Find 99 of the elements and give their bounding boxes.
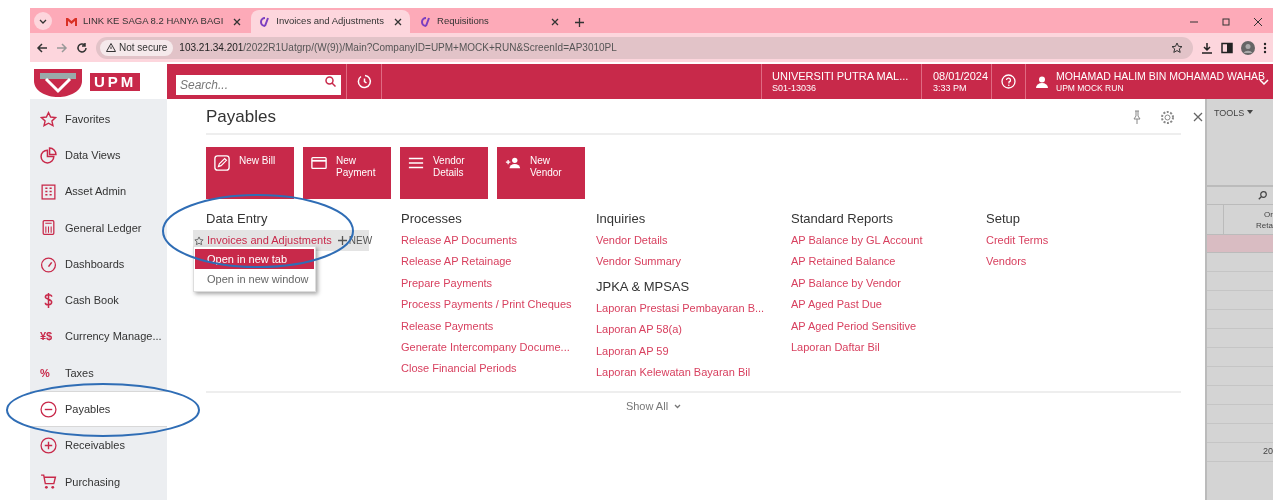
side-panel-icon[interactable] [1221, 41, 1233, 54]
more-icon[interactable] [1263, 41, 1267, 54]
help-icon[interactable] [1001, 74, 1016, 89]
show-all-button[interactable]: Show All [625, 398, 762, 415]
menu-link[interactable]: Laporan Daftar Bil [791, 336, 880, 359]
menu-link[interactable]: Release Payments [401, 315, 494, 337]
card-icon [311, 155, 327, 171]
menu-link[interactable]: Laporan AP 59 [596, 340, 669, 362]
mail-icon [66, 17, 77, 26]
caret-icon [1247, 110, 1254, 114]
action-tile[interactable]: New Payment [303, 147, 391, 199]
sidebar-item[interactable]: Receivables [30, 427, 167, 464]
glyph-icon: % [40, 364, 57, 382]
section-heading: JPKA & MPSAS [596, 277, 691, 296]
app-logo-icon [259, 16, 271, 27]
close-tab-icon[interactable] [551, 17, 559, 26]
calculator-icon [40, 219, 57, 237]
cart-icon [40, 473, 57, 491]
menu-link[interactable]: Close Financial Periods [401, 358, 517, 380]
workspace-title: Payables [206, 106, 277, 129]
menu-link[interactable]: Laporan AP 58(a) [596, 319, 683, 341]
search-field[interactable]: Search... [176, 74, 341, 95]
menu-link[interactable]: Release AP Retainage [401, 251, 512, 273]
tab-list-icon[interactable] [34, 12, 52, 30]
reload-icon[interactable] [76, 41, 88, 54]
plus-circle-icon [40, 437, 57, 454]
menu-link[interactable]: AP Balance by GL Account [791, 230, 923, 252]
add-user-icon [505, 155, 521, 171]
star-icon [40, 110, 57, 128]
chevron-down-icon [1259, 78, 1269, 85]
menu-link[interactable]: Process Payments / Print Cheques [401, 294, 572, 316]
history-icon[interactable] [356, 74, 372, 89]
sidebar-item[interactable]: Payables [30, 391, 167, 428]
menu-link[interactable]: AP Aged Past Due [791, 294, 882, 316]
profile-avatar-icon[interactable] [1241, 40, 1255, 55]
sidebar-item[interactable]: Cash Book [30, 282, 167, 319]
bookmark-star-icon[interactable] [1171, 41, 1183, 54]
chevron-down-icon [674, 403, 682, 409]
building-icon [40, 183, 57, 201]
column-header: Or Reta [1255, 209, 1273, 232]
menu-link[interactable]: Invoices and Adjustments [207, 232, 332, 249]
section-heading: Standard Reports [791, 210, 894, 228]
sidebar-item[interactable]: % Taxes [30, 354, 167, 392]
menu-link[interactable]: Laporan Kelewatan Bayaran Bil [596, 361, 751, 384]
close-icon[interactable] [1193, 112, 1203, 122]
section-heading: Processes [401, 210, 463, 228]
menu-link[interactable]: Vendors [986, 251, 1027, 273]
plus-icon [337, 236, 347, 245]
search-icon[interactable] [325, 75, 336, 87]
sidebar-item[interactable]: General Ledger [30, 209, 167, 247]
menu-link[interactable]: Prepare Payments [401, 272, 493, 295]
search-icon[interactable] [1258, 191, 1267, 200]
app-logo-icon [420, 16, 431, 27]
context-menu-item[interactable]: Open in new window [195, 269, 314, 289]
action-tile[interactable]: Vendor Details [400, 147, 488, 199]
glyph-icon: ¥$ [40, 328, 57, 345]
pin-icon[interactable] [1132, 110, 1142, 124]
menu-link[interactable]: Release AP Documents [401, 230, 517, 252]
menu-link[interactable]: Laporan Prestasi Pembayaran B... [596, 297, 765, 320]
action-tile[interactable]: New Bill [206, 147, 294, 199]
menu-link[interactable]: AP Retained Balance [791, 251, 896, 273]
browser-tab[interactable]: Requisitions [412, 10, 567, 33]
gauge-icon [40, 255, 57, 273]
star-icon[interactable] [194, 235, 204, 246]
browser-tab[interactable]: LINK KE SAGA 8.2 HANYA BAGI [58, 10, 250, 33]
menu-link[interactable]: Vendor Details [596, 230, 668, 252]
user-icon [1036, 75, 1048, 88]
menu-link[interactable]: AP Balance by Vendor [791, 272, 901, 295]
sidebar-item[interactable]: ¥$ Currency Manage... [30, 318, 167, 355]
sidebar-item[interactable]: Data Views [30, 137, 167, 174]
upm-logo[interactable]: UPM [30, 64, 167, 99]
edit-icon [214, 155, 230, 171]
download-icon[interactable] [1201, 41, 1213, 54]
minus-circle-icon [40, 400, 57, 418]
section-heading: Inquiries [596, 210, 647, 228]
menu-link[interactable]: Vendor Summary [596, 251, 681, 273]
sidebar-item[interactable]: Asset Admin [30, 173, 167, 210]
list-icon [408, 155, 424, 171]
menu-link[interactable]: AP Aged Period Sensitive [791, 315, 917, 337]
pie-chart-icon [40, 146, 57, 164]
sidebar-item[interactable]: Dashboards [30, 246, 167, 283]
table-cell: 20 [1263, 445, 1273, 459]
section-heading: Data Entry [206, 210, 269, 228]
tools-menu[interactable]: TOOLS [1214, 107, 1245, 121]
settings-icon[interactable] [1160, 109, 1175, 125]
sidebar-item[interactable]: Purchasing [30, 463, 167, 500]
security-badge[interactable]: Not secure [100, 39, 174, 56]
address-bar[interactable]: Not secure 103.21.34.201/2022R1Uatgrp/(W(9))/Main?CompanyID=UPM+MOCK+RUN&ScreenId=AP3010PL [96, 36, 1193, 59]
sidebar-item[interactable]: Favorites [30, 101, 167, 138]
close-tab-icon[interactable] [233, 17, 242, 26]
close-tab-icon[interactable] [394, 17, 402, 26]
menu-link[interactable]: Generate Intercompany Docume... [401, 336, 570, 359]
new-tab-icon[interactable] [575, 18, 584, 27]
url-text: 103.21.34.201/2022R1Uatgrp/(W(9))/Main?CompanyID=UPM+MOCK+RUN&ScreenId=AP3010PL [179, 41, 617, 55]
back-icon[interactable] [36, 41, 48, 54]
menu-link[interactable]: Credit Terms [986, 230, 1049, 252]
action-tile[interactable]: New Vendor [497, 147, 585, 199]
section-heading: Setup [986, 210, 1021, 228]
browser-tab[interactable]: Invoices and Adjustments [251, 10, 410, 33]
